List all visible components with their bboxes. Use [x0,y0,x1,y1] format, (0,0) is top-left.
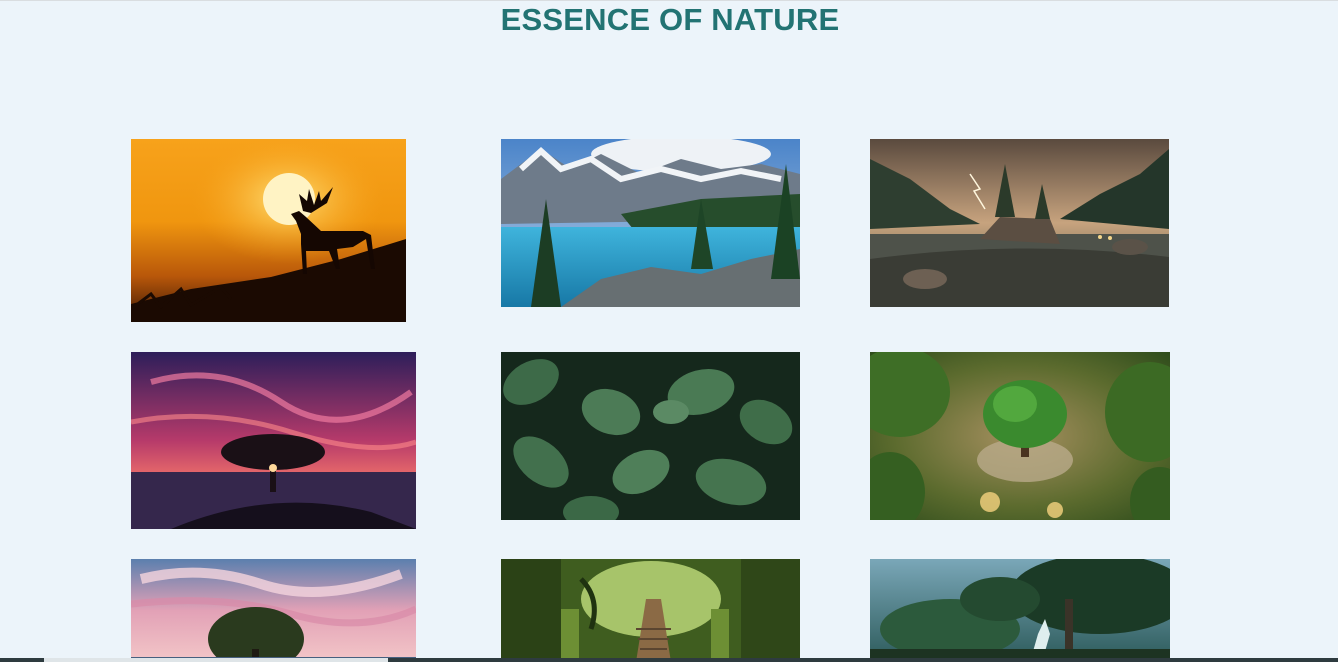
forest-waterfall-image [870,559,1170,662]
tree-globe-image [870,352,1170,520]
gallery-image-tree-cloudy-sky[interactable] [131,559,416,662]
mountain-lake-image [501,139,800,307]
top-divider [0,0,1338,1]
gallery-image-tree-globe[interactable] [870,352,1170,520]
stormy-lake-image [870,139,1169,307]
scrollbar-thumb[interactable] [44,658,388,662]
gallery-image-forest-path[interactable] [501,559,800,662]
gallery-image-mountain-lake[interactable] [501,139,800,307]
deer-sunset-image [131,139,406,322]
gallery-image-deer-sunset[interactable] [131,139,406,322]
green-leaves-image [501,352,800,520]
page-title: ESSENCE OF NATURE [500,2,840,37]
nature-gallery-page: ESSENCE OF NATURE [0,0,1338,662]
gallery-image-forest-waterfall[interactable] [870,559,1170,662]
forest-path-image [501,559,800,662]
gallery-image-tree-pink-sky[interactable] [131,352,416,529]
gallery-image-stormy-lake[interactable] [870,139,1169,307]
gallery-image-green-leaves[interactable] [501,352,800,520]
tree-cloudy-sky-image [131,559,416,662]
tree-pink-sky-image [131,352,416,529]
